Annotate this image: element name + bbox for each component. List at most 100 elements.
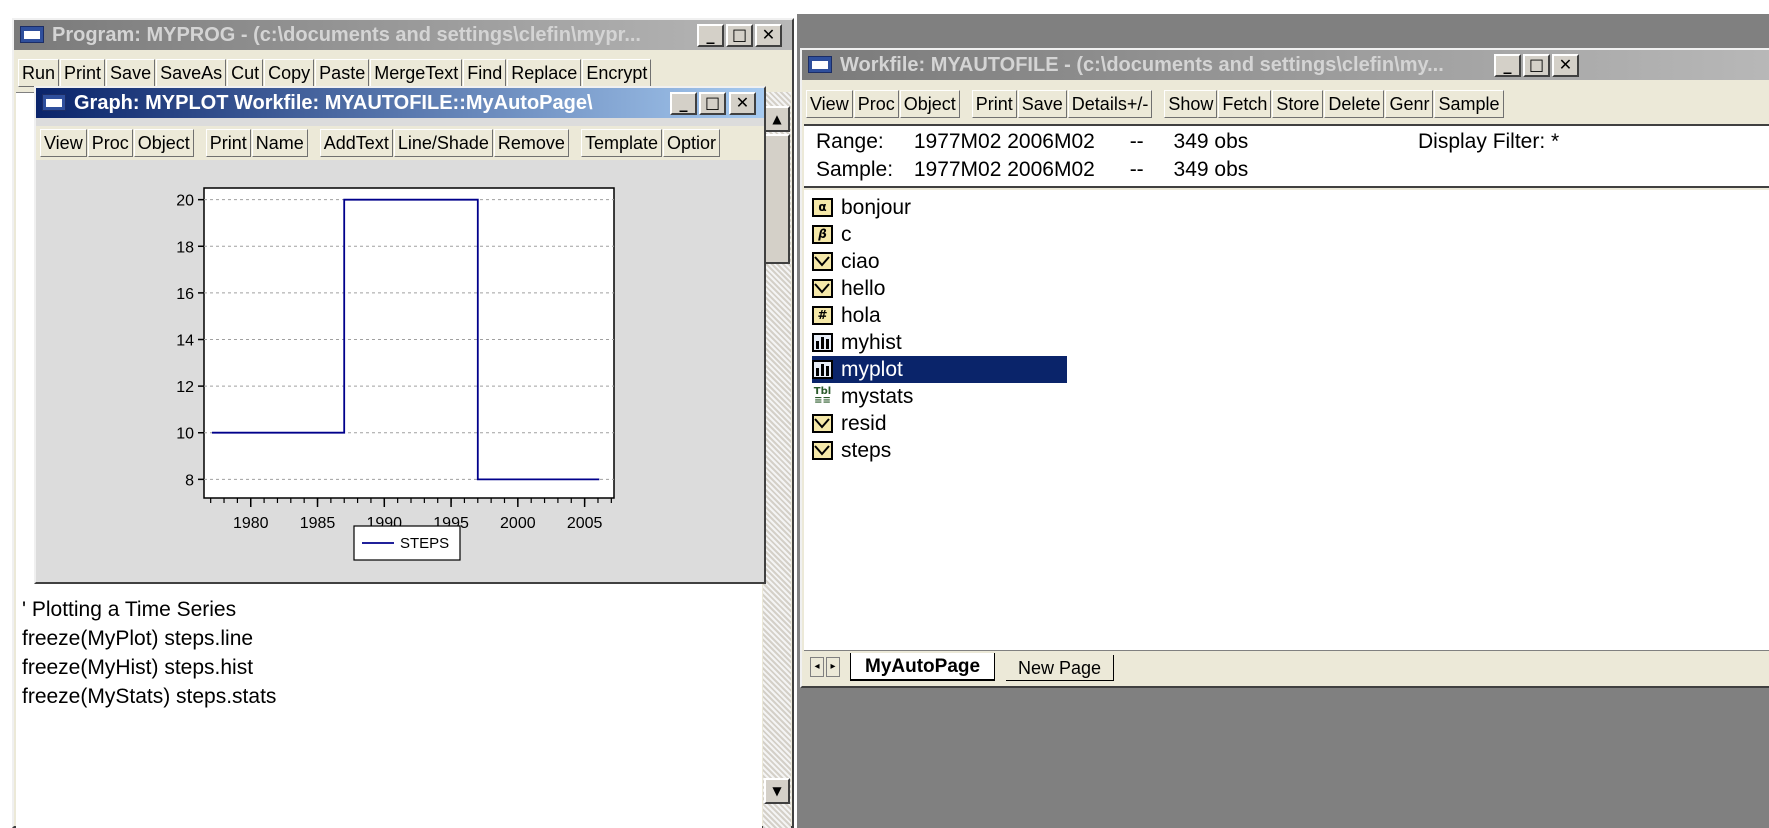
save-button[interactable]: Save: [106, 59, 156, 87]
legend-label: STEPS: [400, 535, 449, 552]
list-item[interactable]: Tbl ≡≡ mystats: [812, 383, 914, 410]
saveas-button[interactable]: SaveAs: [156, 59, 227, 87]
graph-close-button[interactable]: ✕: [729, 92, 756, 115]
replace-button[interactable]: Replace: [507, 59, 582, 87]
close-button[interactable]: ✕: [755, 24, 782, 47]
print-button[interactable]: Print: [60, 59, 106, 87]
graph-addtext-button[interactable]: AddText: [319, 129, 393, 157]
graph-minimize-button[interactable]: _: [670, 92, 697, 115]
wf-proc-button[interactable]: Proc: [853, 90, 899, 118]
workfile-titlebar[interactable]: Workfile: MYAUTOFILE - (c:\documents and…: [802, 50, 1769, 80]
x-tick-label: 1980: [233, 515, 269, 532]
list-item[interactable]: α bonjour: [812, 194, 911, 221]
wf-store-button[interactable]: Store: [1272, 90, 1324, 118]
graph-object-button[interactable]: Object: [133, 129, 194, 157]
code-line-4: freeze(MyStats) steps.stats: [22, 685, 277, 708]
tab-scroll-left-icon[interactable]: ◂: [810, 657, 824, 677]
object-name: myhist: [841, 330, 902, 354]
code-line-2: freeze(MyPlot) steps.line: [22, 627, 254, 650]
program-titlebar[interactable]: Program: MYPROG - (c:\documents and sett…: [14, 20, 792, 50]
y-tick-label: 8: [185, 472, 194, 489]
range-label: Range:: [816, 130, 884, 153]
list-item-selected[interactable]: myplot: [812, 356, 1067, 383]
y-tick-label: 20: [176, 193, 194, 210]
list-item[interactable]: resid: [812, 410, 887, 437]
paste-button[interactable]: Paste: [315, 59, 370, 87]
alpha-icon: α: [812, 198, 833, 217]
object-name: hola: [841, 303, 881, 327]
list-item[interactable]: β c: [812, 221, 852, 248]
wf-genr-button[interactable]: Genr: [1385, 90, 1434, 118]
run-button[interactable]: Run: [18, 59, 60, 87]
graph-maximize-button[interactable]: □: [699, 92, 726, 115]
list-item[interactable]: ciao: [812, 248, 880, 275]
object-name: myplot: [841, 357, 903, 381]
workfile-close-button[interactable]: ✕: [1552, 54, 1579, 77]
graph-template-button[interactable]: Template: [580, 129, 662, 157]
tab-myautopage[interactable]: MyAutoPage: [850, 653, 996, 681]
sample-label: Sample:: [816, 158, 894, 181]
wf-save-button[interactable]: Save: [1017, 90, 1067, 118]
wf-delete-button[interactable]: Delete: [1324, 90, 1385, 118]
scroll-up-button[interactable]: ▲: [764, 106, 790, 132]
maximize-button[interactable]: □: [726, 24, 753, 47]
desktop-top-strip: [0, 0, 1769, 14]
y-tick-label: 12: [176, 379, 194, 396]
graph-proc-button[interactable]: Proc: [87, 129, 133, 157]
program-toolbar: Run Print Save SaveAs Cut Copy Paste Mer…: [14, 56, 792, 90]
sample-value: 1977M02 2006M02: [913, 158, 1095, 181]
wf-show-button[interactable]: Show: [1164, 90, 1218, 118]
sample-obs: 349 obs: [1173, 158, 1249, 181]
graph-app-icon: [42, 94, 66, 111]
graph-name-button[interactable]: Name: [251, 129, 308, 157]
graph-titlebar[interactable]: Graph: MYPLOT Workfile: MYAUTOFILE::MyAu…: [36, 88, 764, 118]
object-name: steps: [841, 438, 892, 462]
find-button[interactable]: Find: [463, 59, 507, 87]
x-tick-label: 1985: [300, 515, 336, 532]
wf-print-button[interactable]: Print: [971, 90, 1017, 118]
list-item[interactable]: myhist: [812, 329, 902, 356]
group-icon: #: [812, 306, 833, 325]
wf-details-button[interactable]: Details+/-: [1067, 90, 1153, 118]
tab-scroll-right-icon[interactable]: ▸: [826, 657, 840, 677]
minimize-button[interactable]: _: [697, 24, 724, 47]
range-row: Range: 1977M02 2006M02 -- 349 obs: [816, 130, 1248, 154]
range-sep: --: [1129, 130, 1144, 153]
wf-object-button[interactable]: Object: [899, 90, 960, 118]
sample-row: Sample: 1977M02 2006M02 -- 349 obs: [816, 158, 1248, 182]
series-icon: [812, 252, 833, 271]
graph-print-button[interactable]: Print: [205, 129, 251, 157]
wf-fetch-button[interactable]: Fetch: [1218, 90, 1272, 118]
object-name: bonjour: [841, 195, 912, 219]
workfile-info-panel: Range: 1977M02 2006M02 -- 349 obs Sample…: [804, 124, 1769, 188]
copy-button[interactable]: Copy: [264, 59, 315, 87]
mergetext-button[interactable]: MergeText: [370, 59, 463, 87]
program-scrollbar[interactable]: ▲ ▼: [763, 92, 791, 828]
series-icon: [812, 441, 833, 460]
program-title: Program: MYPROG - (c:\documents and sett…: [52, 24, 641, 46]
list-item[interactable]: steps: [812, 437, 891, 464]
encrypt-button[interactable]: Encrypt: [582, 59, 652, 87]
coef-icon: β: [812, 225, 833, 244]
tab-new-page[interactable]: New Page: [1006, 655, 1115, 681]
series-icon: [812, 414, 833, 433]
plot-area: [203, 187, 615, 499]
workfile-minimize-button[interactable]: _: [1494, 54, 1521, 77]
graph-toolbar: View Proc Object Print Name AddText Line…: [36, 126, 764, 160]
graph-icon: [812, 333, 833, 352]
list-item[interactable]: # hola: [812, 302, 881, 329]
graph-remove-button[interactable]: Remove: [493, 129, 569, 157]
scroll-thumb[interactable]: [764, 134, 790, 264]
scroll-down-button[interactable]: ▼: [764, 778, 790, 804]
x-tick-label: 2005: [567, 515, 603, 532]
wf-sample-button[interactable]: Sample: [1434, 90, 1504, 118]
wf-view-button[interactable]: View: [806, 90, 853, 118]
graph-lineshade-button[interactable]: Line/Shade: [393, 129, 493, 157]
graph-options-button[interactable]: Optior: [663, 129, 721, 157]
cut-button[interactable]: Cut: [227, 59, 264, 87]
graph-view-button[interactable]: View: [40, 129, 87, 157]
workfile-maximize-button[interactable]: □: [1523, 54, 1550, 77]
workfile-object-list: α bonjour β c ciao hello # hola myhist m…: [804, 190, 1769, 660]
list-item[interactable]: hello: [812, 275, 885, 302]
workfile-app-icon: [808, 56, 832, 73]
